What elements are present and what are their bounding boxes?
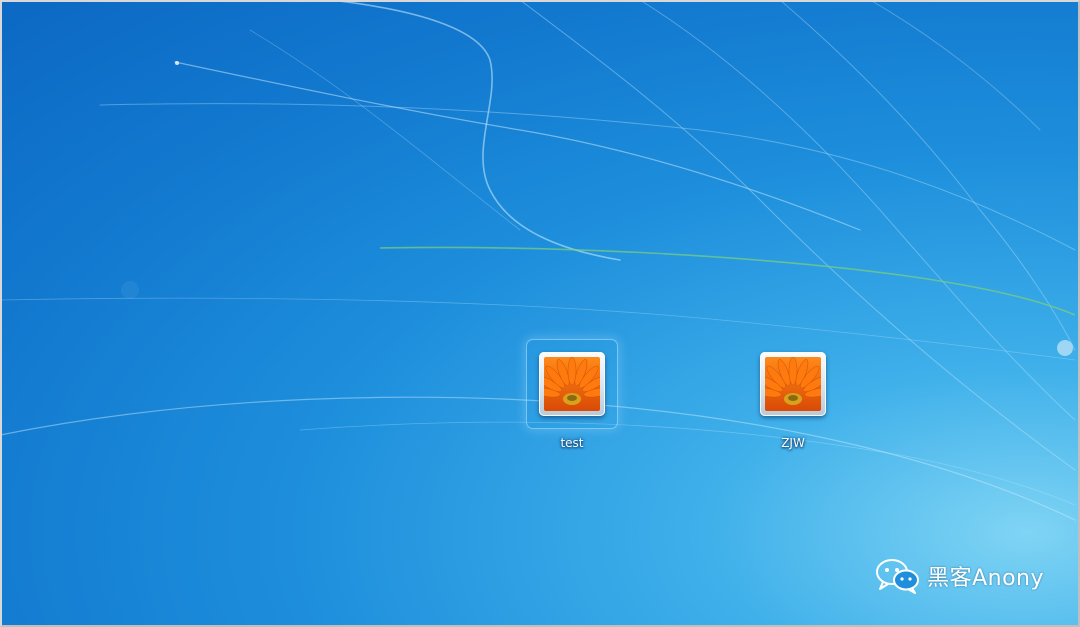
flower-icon: [544, 357, 600, 411]
user-tile-test[interactable]: test: [527, 340, 617, 452]
watermark: 黑客Anony: [875, 558, 1044, 594]
user-name-label[interactable]: ZJW: [781, 436, 805, 450]
watermark-text: 黑客Anony: [927, 566, 1044, 591]
wechat-icon: [875, 558, 921, 594]
user-picture-wrap[interactable]: [748, 340, 838, 428]
logon-screen: test ZJW 黑客Anony: [0, 0, 1080, 627]
user-tile-zjw[interactable]: ZJW: [748, 340, 838, 452]
user-picture-frame[interactable]: [760, 352, 826, 416]
user-name-label[interactable]: test: [560, 436, 583, 450]
user-picture-selected-glow[interactable]: [527, 340, 617, 428]
user-picture-frame[interactable]: [539, 352, 605, 416]
background-streaks: [0, 0, 1076, 521]
flower-icon: [765, 357, 821, 411]
